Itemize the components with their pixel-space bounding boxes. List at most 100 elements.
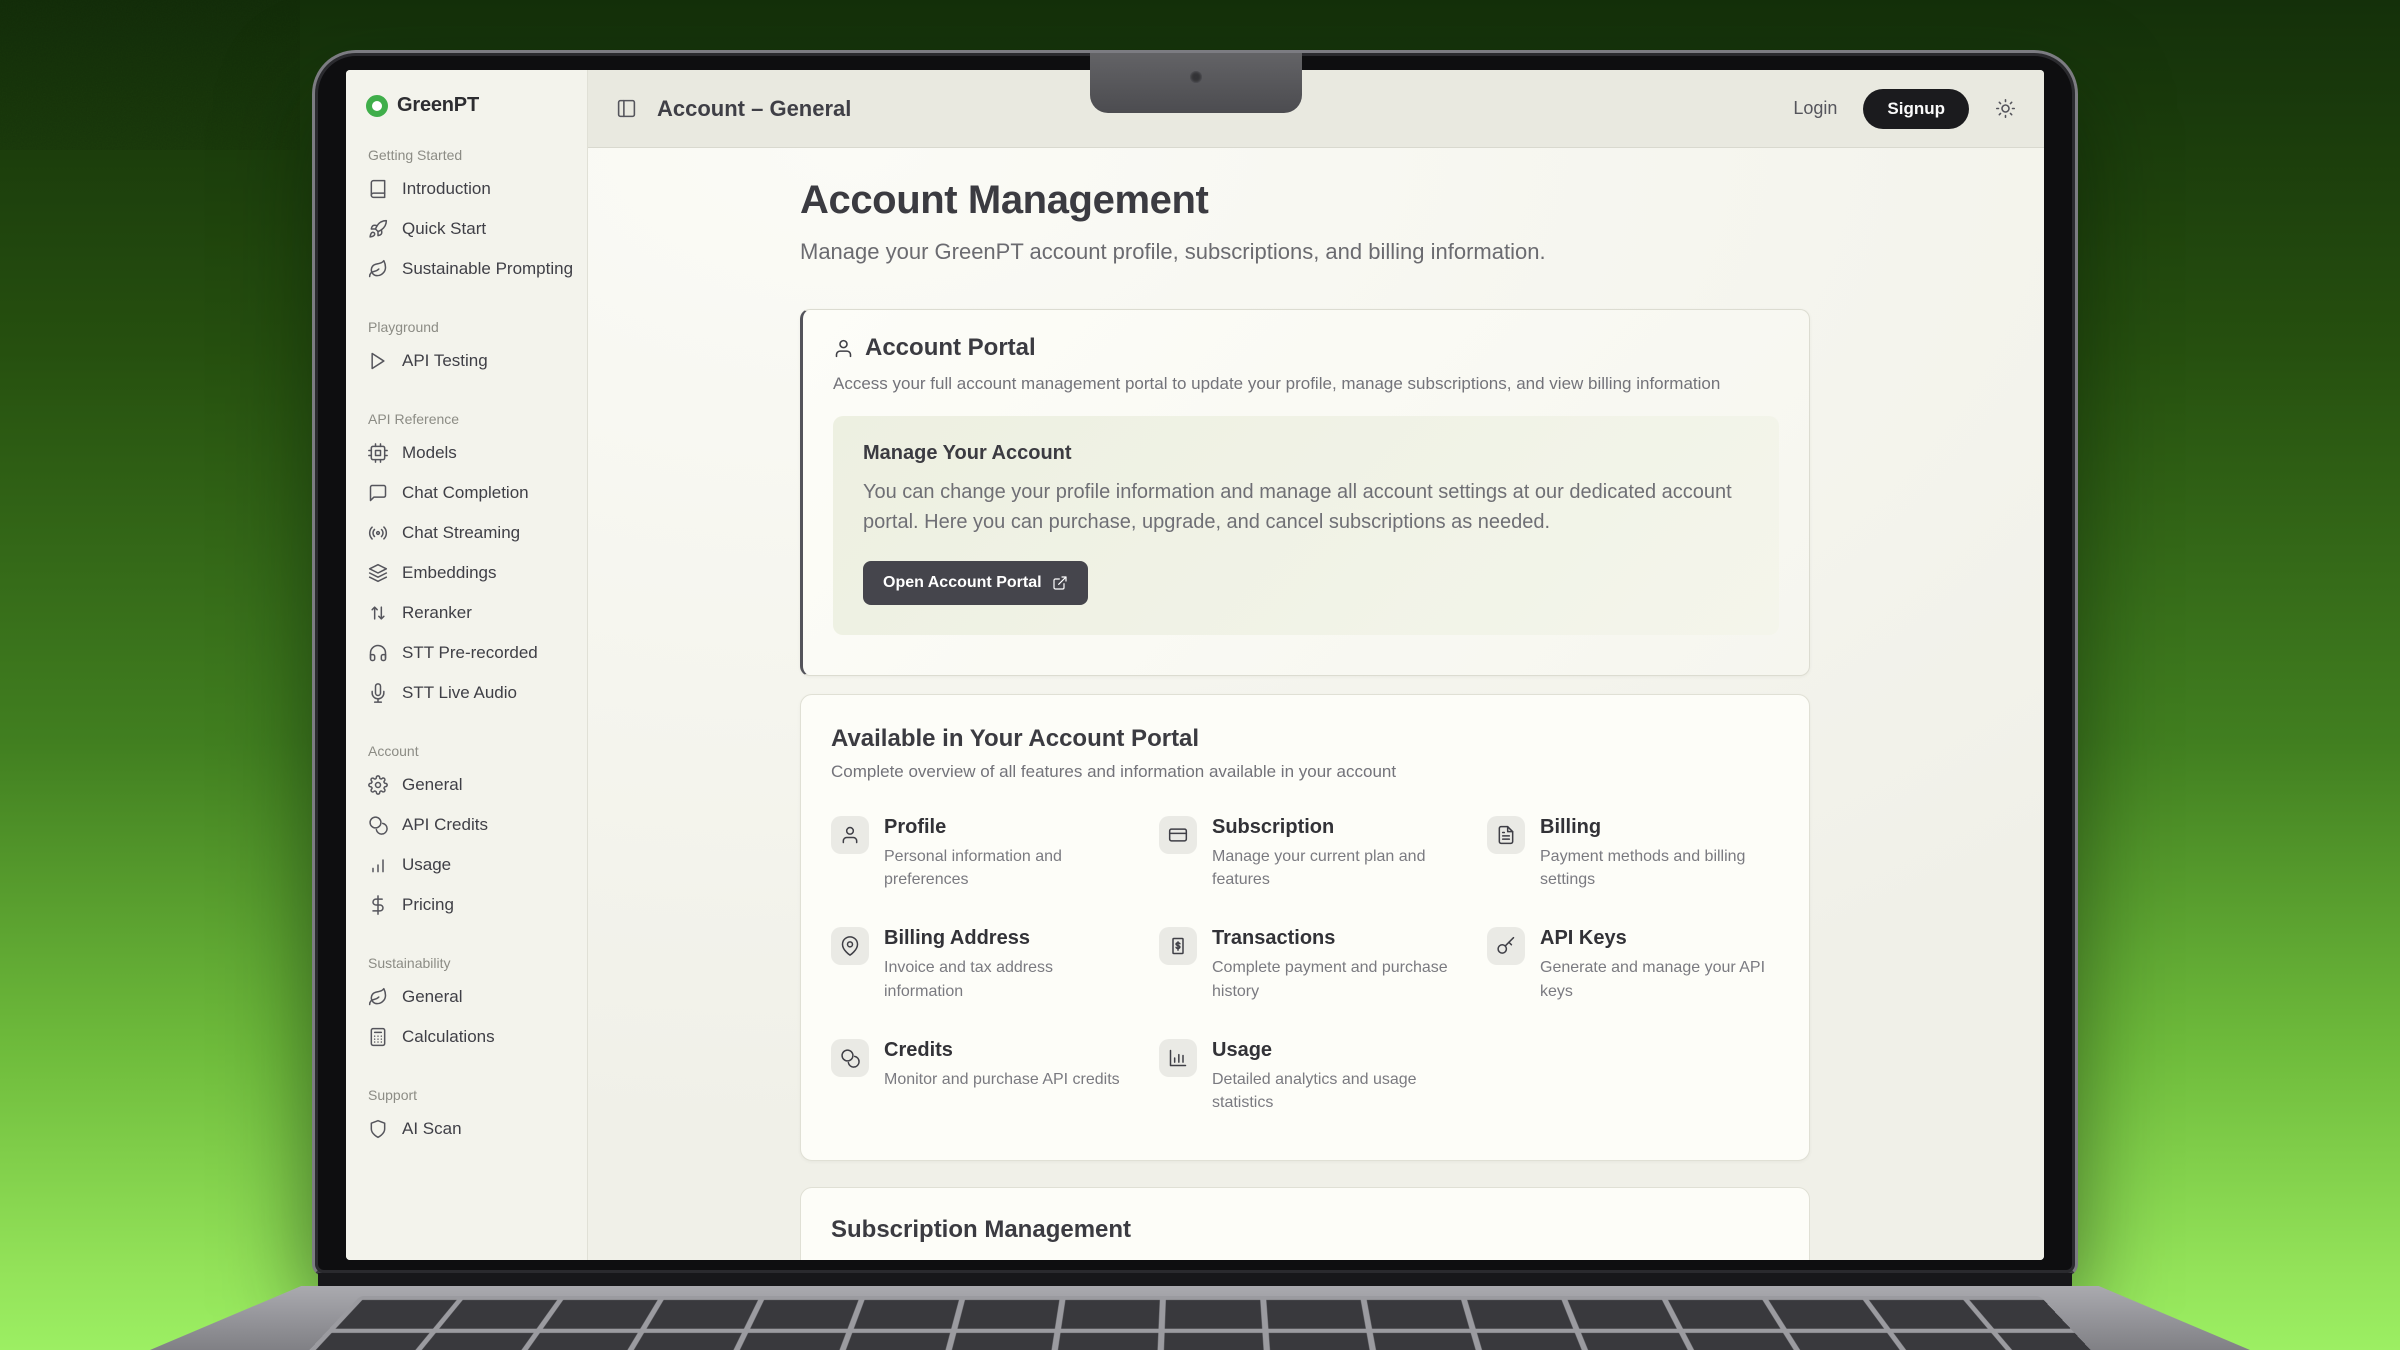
sidebar-item[interactable]: Quick Start: [362, 209, 571, 249]
feature-description: Manage your current plan and features: [1212, 845, 1451, 891]
sidebar-item[interactable]: STT Pre-recorded: [362, 633, 571, 673]
page-content: Account Management Manage your GreenPT a…: [588, 148, 2044, 1260]
sidebar-item[interactable]: Usage: [362, 845, 571, 885]
sidebar-section-sustainability: Sustainability General: [362, 949, 571, 1057]
sidebar-section-label: Sustainability: [362, 949, 571, 977]
message-square-icon: [368, 483, 388, 503]
sidebar-item[interactable]: General: [362, 977, 571, 1017]
dollar-icon: [368, 895, 388, 915]
feature-item: API Keys Generate and manage your API ke…: [1487, 927, 1779, 1002]
receipt-icon: [1159, 927, 1197, 965]
manage-account-body: You can change your profile information …: [863, 477, 1749, 537]
sidebar: GreenPT Getting Started Introduction: [346, 70, 588, 1260]
feature-description: Complete payment and purchase history: [1212, 956, 1451, 1002]
sidebar-section-support: Support AI Scan: [362, 1081, 571, 1149]
brand-name: GreenPT: [397, 94, 479, 117]
webcam-icon: [1190, 71, 1202, 83]
sidebar-item[interactable]: General: [362, 765, 571, 805]
headphones-icon: [368, 643, 388, 663]
sidebar-item[interactable]: Chat Completion: [362, 473, 571, 513]
feature-description: Detailed analytics and usage statistics: [1212, 1068, 1451, 1114]
feature-description: Invoice and tax address information: [884, 956, 1123, 1002]
arrows-up-down-icon: [368, 603, 388, 623]
sidebar-section-label: API Reference: [362, 405, 571, 433]
login-link[interactable]: Login: [1793, 98, 1837, 119]
feature-item: Transactions Complete payment and purcha…: [1159, 927, 1451, 1002]
document-icon: [1487, 816, 1525, 854]
sidebar-item[interactable]: AI Scan: [362, 1109, 571, 1149]
sidebar-section-account: Account General API: [362, 737, 571, 925]
gear-icon: [368, 775, 388, 795]
sidebar-section-playground: Playground API Testing: [362, 313, 571, 381]
greenpt-logo-icon: [366, 95, 388, 117]
topbar-title: Account – General: [657, 96, 851, 122]
sidebar-section-getting-started: Getting Started Introduction: [362, 141, 571, 289]
sidebar-item[interactable]: Chat Streaming: [362, 513, 571, 553]
open-account-portal-button[interactable]: Open Account Portal: [863, 561, 1088, 605]
sidebar-section-label: Getting Started: [362, 141, 571, 169]
sidebar-item[interactable]: Calculations: [362, 1017, 571, 1057]
coins-icon: [831, 1039, 869, 1077]
sidebar-item[interactable]: API Testing: [362, 341, 571, 381]
feature-item: Billing Address Invoice and tax address …: [831, 927, 1123, 1002]
map-pin-icon: [831, 927, 869, 965]
account-portal-description: Access your full account management port…: [833, 374, 1779, 394]
sun-icon[interactable]: [1995, 98, 2016, 119]
account-portal-card: Account Portal Access your full account …: [800, 309, 1810, 676]
sidebar-item[interactable]: Sustainable Prompting: [362, 249, 571, 289]
sidebar-item[interactable]: API Credits: [362, 805, 571, 845]
feature-item: Subscription Manage your current plan an…: [1159, 816, 1451, 891]
sidebar-item[interactable]: STT Live Audio: [362, 673, 571, 713]
sidebar-item[interactable]: Embeddings: [362, 553, 571, 593]
credit-card-icon: [1159, 816, 1197, 854]
sidebar-section-label: Playground: [362, 313, 571, 341]
feature-title: API Keys: [1540, 927, 1779, 950]
layers-icon: [368, 563, 388, 583]
feature-item: Profile Personal information and prefere…: [831, 816, 1123, 891]
bar-chart-box-icon: [1159, 1039, 1197, 1077]
sidebar-item[interactable]: Pricing: [362, 885, 571, 925]
sidebar-section-label: Support: [362, 1081, 571, 1109]
subscription-management-card: Subscription Management: [800, 1187, 1810, 1260]
page-subtitle: Manage your GreenPT account profile, sub…: [800, 239, 1810, 265]
laptop-notch: [1090, 53, 1302, 113]
features-grid: Profile Personal information and prefere…: [831, 816, 1779, 1114]
feature-title: Transactions: [1212, 927, 1451, 950]
feature-item: Credits Monitor and purchase API credits: [831, 1039, 1123, 1114]
user-icon: [831, 816, 869, 854]
feature-description: Payment methods and billing settings: [1540, 845, 1779, 891]
signup-button[interactable]: Signup: [1863, 89, 1969, 129]
subscription-management-title: Subscription Management: [831, 1216, 1779, 1244]
brand[interactable]: GreenPT: [362, 94, 571, 117]
microphone-icon: [368, 683, 388, 703]
leaf-icon: [368, 987, 388, 1007]
sidebar-item[interactable]: Models: [362, 433, 571, 473]
feature-title: Usage: [1212, 1039, 1451, 1062]
cpu-icon: [368, 443, 388, 463]
calculator-icon: [368, 1027, 388, 1047]
sidebar-item[interactable]: Reranker: [362, 593, 571, 633]
feature-title: Credits: [884, 1039, 1120, 1062]
available-features-subtitle: Complete overview of all features and in…: [831, 762, 1779, 782]
key-icon: [1487, 927, 1525, 965]
available-features-card: Available in Your Account Portal Complet…: [800, 694, 1810, 1161]
main-area: Account – General Login Signup Account M…: [588, 70, 2044, 1260]
scene-background: GreenPT Getting Started Introduction: [0, 0, 2400, 1350]
external-link-icon: [1052, 575, 1068, 591]
browser-viewport: GreenPT Getting Started Introduction: [346, 70, 2044, 1260]
laptop-keyboard-keys: [296, 1296, 2103, 1350]
feature-item: Usage Detailed analytics and usage stati…: [1159, 1039, 1451, 1114]
leaf-icon: [368, 259, 388, 279]
bar-chart-icon: [368, 855, 388, 875]
user-icon: [833, 338, 854, 359]
topbar-actions: Login Signup: [1793, 89, 2016, 129]
page-title: Account Management: [800, 178, 1810, 223]
panel-left-icon[interactable]: [616, 98, 637, 119]
laptop-screen-bezel: GreenPT Getting Started Introduction: [312, 50, 2078, 1276]
sidebar-item[interactable]: Introduction: [362, 169, 571, 209]
manage-account-title: Manage Your Account: [863, 442, 1749, 465]
laptop-keyboard-deck: [150, 1286, 2250, 1350]
feature-item: Billing Payment methods and billing sett…: [1487, 816, 1779, 891]
sidebar-section-label: Account: [362, 737, 571, 765]
feature-title: Billing: [1540, 816, 1779, 839]
